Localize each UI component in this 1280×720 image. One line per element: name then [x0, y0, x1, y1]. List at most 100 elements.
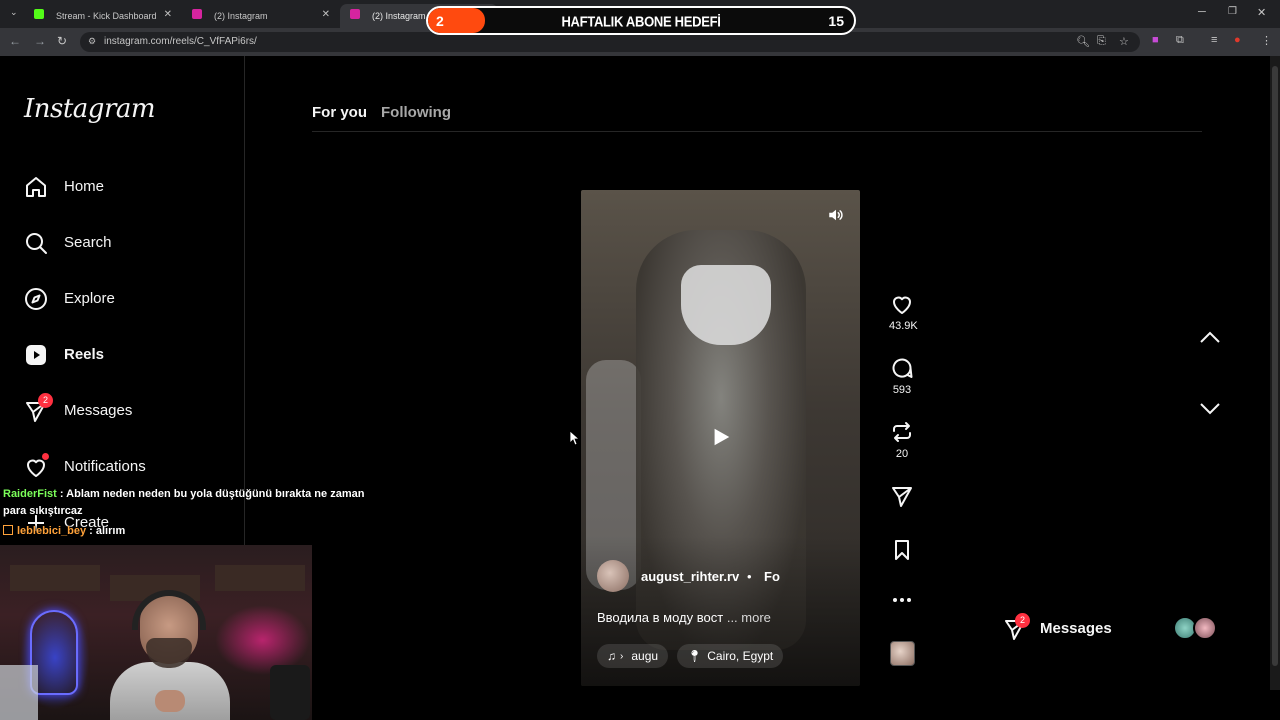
tab-for-you[interactable]: For you [312, 104, 367, 121]
follow-button[interactable]: Fo [764, 569, 780, 584]
instagram-favicon-icon [350, 9, 360, 19]
chat-text: alırım [95, 525, 126, 537]
extension-icon[interactable]: ■ [1152, 34, 1159, 46]
repost-button[interactable]: 20 [889, 420, 915, 460]
music-note-icon: ♫ [607, 649, 616, 663]
reload-icon[interactable]: ↻ [57, 34, 67, 48]
back-icon[interactable]: ← [9, 34, 21, 48]
messages-badge: 2 [38, 393, 53, 408]
sidebar-item-messages[interactable]: 2 Messages [24, 393, 224, 426]
reel-video[interactable]: august_rihter.rv • Fo Вводила в моду вос… [581, 190, 860, 686]
more-icon [893, 598, 911, 602]
comment-count: 593 [892, 384, 912, 396]
sidebar-item-label: Explore [64, 290, 115, 307]
feed-tabs: For you Following [312, 102, 1202, 132]
media-control-icon[interactable]: ≡ [1211, 34, 1217, 46]
restore-icon[interactable]: ❐ [1228, 6, 1237, 17]
messages-badge: 2 [1015, 613, 1030, 628]
video-frame [681, 265, 771, 345]
messenger-icon: 2 [1003, 613, 1030, 646]
play-icon[interactable] [710, 426, 732, 448]
page-scrollbar[interactable] [1270, 56, 1280, 690]
sidebar-item-label: Messages [64, 402, 133, 419]
save-button[interactable] [889, 538, 915, 562]
zoom-icon[interactable]: 🔍︎ [1076, 35, 1090, 48]
tab-title: (2) Instagram [372, 11, 426, 21]
chat-separator: : [86, 525, 96, 537]
share-icon [892, 487, 912, 507]
scrollbar-thumb[interactable] [1272, 66, 1278, 666]
caption-more-link[interactable]: ... more [727, 610, 771, 625]
location-name: Cairo, Egypt [707, 649, 774, 663]
tab-title: Stream - Kick Dashboard [56, 11, 157, 21]
comment-button[interactable]: 593 [889, 356, 915, 396]
chat-message: leblebici_bey : alırım [3, 523, 383, 540]
location-pin-icon: 📍︎ [687, 649, 703, 663]
more-options-button[interactable] [889, 590, 915, 610]
search-icon [24, 231, 48, 255]
browser-menu-icon[interactable]: ⋮ [1261, 34, 1272, 47]
sidebar-item-reels[interactable]: Reels [24, 340, 224, 370]
minimize-icon[interactable]: ─ [1198, 6, 1206, 18]
location-pill[interactable]: 📍︎ Cairo, Egypt [677, 644, 784, 668]
address-bar[interactable]: ⚙ instagram.com/reels/C_VfFAPi6rs/ 🔍︎ ⎘ … [80, 32, 1140, 52]
bookmark-star-icon[interactable]: ☆ [1119, 35, 1129, 48]
background-shelf [10, 565, 100, 591]
chat-username: leblebici_bey [17, 525, 87, 537]
sidebar-item-explore[interactable]: Explore [24, 284, 224, 314]
like-count: 43.9K [889, 320, 918, 332]
chat-username: RaiderFist [3, 488, 57, 500]
repost-count: 20 [895, 448, 909, 460]
url-text: instagram.com/reels/C_VfFAPi6rs/ [104, 36, 257, 47]
reels-icon [24, 343, 48, 367]
sidebar-item-label: Home [64, 178, 105, 195]
share-button[interactable] [889, 484, 915, 508]
site-info-icon[interactable]: ⚙ [88, 36, 96, 47]
tab-instagram-1[interactable]: (2) Instagram ✕ [182, 4, 340, 28]
chevron-up-icon[interactable] [1198, 326, 1222, 350]
sidebar-item-search[interactable]: Search [24, 228, 224, 258]
home-icon [24, 175, 48, 199]
bookmark-icon [895, 540, 909, 560]
repost-icon [893, 422, 911, 442]
instagram-logo[interactable]: Instagram [24, 94, 156, 124]
tab-kick-dashboard[interactable]: Stream - Kick Dashboard ✕ [24, 4, 182, 28]
close-window-icon[interactable]: ✕ [1257, 6, 1266, 19]
compass-icon [24, 287, 48, 311]
background-shelf [215, 565, 305, 591]
messages-floating-button[interactable]: 2 Messages [1003, 613, 1223, 645]
chevron-down-icon[interactable] [1198, 396, 1222, 420]
notification-dot [42, 453, 49, 460]
extensions-puzzle-icon[interactable]: ⧉ [1176, 34, 1184, 47]
like-button[interactable]: 43.9K [889, 292, 918, 332]
forward-icon[interactable]: → [34, 34, 46, 48]
heart-icon [893, 296, 911, 314]
audio-pill[interactable]: ♫ › augu [597, 644, 669, 668]
close-tab-icon[interactable]: ✕ [164, 9, 172, 20]
messages-label: Messages [1040, 620, 1112, 637]
avatar [1193, 616, 1217, 640]
sidebar-item-home[interactable]: Home [24, 172, 224, 202]
close-tab-icon[interactable]: ✕ [322, 9, 330, 20]
install-app-icon[interactable]: ⎘ [1097, 35, 1106, 48]
tab-search-icon[interactable]: ⌄ [10, 7, 18, 18]
volume-icon[interactable] [827, 206, 845, 224]
mouse-cursor-icon [569, 430, 581, 446]
profile-avatar-icon[interactable]: ● [1234, 34, 1241, 46]
reel-caption: Вводила в моду вост ... more [597, 610, 771, 625]
microphone [270, 665, 310, 720]
messenger-icon: 2 [24, 393, 53, 423]
comment-icon [892, 358, 913, 378]
author-avatar[interactable] [597, 560, 629, 592]
caption-text: Вводила в моду вост [597, 610, 724, 625]
goal-title: HAFTALIK ABONE HEDEFİ [561, 13, 721, 30]
author-username[interactable]: august_rihter.rv [641, 569, 739, 584]
streamer [110, 590, 230, 720]
audio-thumbnail[interactable] [890, 641, 915, 666]
tab-following[interactable]: Following [381, 104, 451, 121]
stream-chat-overlay: RaiderFist : Ablam neden neden bu yola d… [3, 486, 383, 540]
separator-dot: • [747, 569, 752, 584]
audio-name: augu [631, 649, 659, 663]
sidebar-item-notifications[interactable]: Notifications [24, 452, 224, 482]
instagram-favicon-icon [192, 9, 202, 19]
